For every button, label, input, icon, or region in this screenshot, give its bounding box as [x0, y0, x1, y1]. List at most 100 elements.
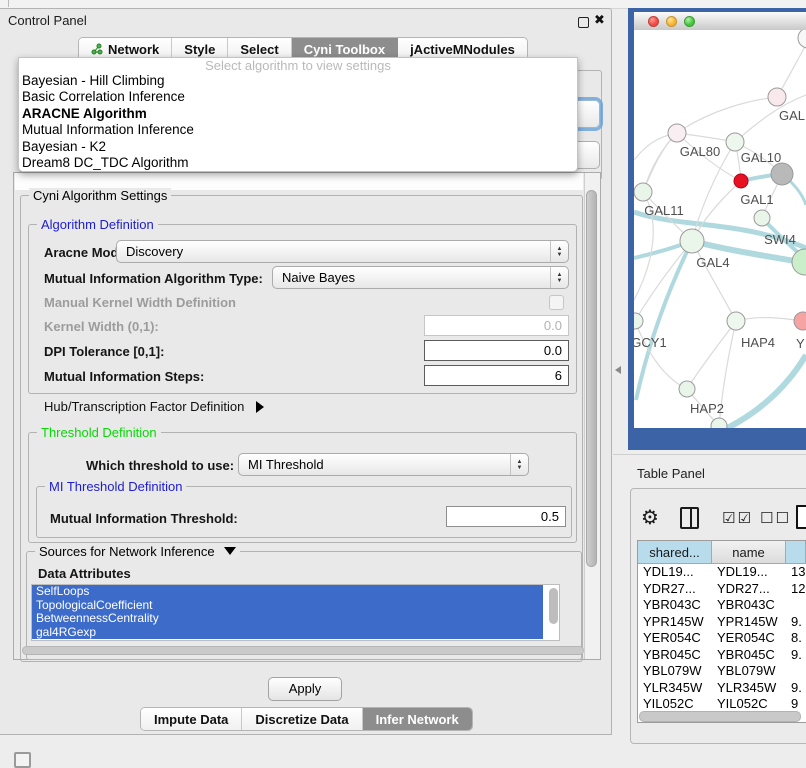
node-label: Y: [796, 336, 805, 351]
table-row[interactable]: YDL19... YDL19... 13: [638, 564, 806, 581]
network-node-gal80[interactable]: [668, 124, 686, 142]
popup-item-dream8[interactable]: Dream8 DC_TDC Algorithm: [19, 155, 577, 171]
network-node-gcy1[interactable]: [634, 313, 643, 329]
network-node-gray[interactable]: [771, 163, 793, 185]
panel-divider: [613, 454, 806, 455]
popup-item-basic-correlation[interactable]: Basic Correlation Inference: [19, 89, 577, 105]
network-icon: [91, 43, 103, 55]
node-label: HAP2: [690, 401, 724, 416]
popup-item-mutual-information[interactable]: Mutual Information Inference: [19, 122, 577, 138]
network-node-swi4[interactable]: [754, 210, 770, 226]
data-attributes-list[interactable]: SelfLoops TopologicalCoefficient Between…: [31, 584, 560, 641]
traffic-light-minimize-icon[interactable]: [666, 16, 677, 27]
table-row[interactable]: YBR045C YBR045C 9.: [638, 647, 806, 664]
network-node-gal1[interactable]: [734, 174, 748, 188]
network-node-gal10[interactable]: [726, 133, 744, 151]
algorithm-dropdown-popup: Select algorithm to view settings Bayesi…: [18, 57, 578, 172]
list-item-betweennesscentrality[interactable]: BetweennessCentrality: [32, 612, 543, 626]
select-all-icon[interactable]: ☑☑: [722, 509, 753, 527]
node-table: shared... name YDL19... YDL19... 13 YDR2…: [637, 540, 806, 723]
horizontal-scrollbar-thumb[interactable]: [22, 646, 584, 655]
network-window-titlebar[interactable]: [634, 12, 806, 31]
kernel-width-label: Kernel Width (0,1):: [44, 319, 159, 334]
mi-threshold-field[interactable]: 0.5: [446, 506, 566, 527]
threshold-definition-title: Threshold Definition: [37, 425, 161, 440]
columns-icon[interactable]: [680, 507, 699, 529]
mi-threshold-group-title: MI Threshold Definition: [45, 479, 186, 494]
table-horizontal-scrollbar[interactable]: [639, 711, 801, 722]
hub-definition-expander[interactable]: Hub/Transcription Factor Definition: [44, 399, 264, 414]
network-node[interactable]: [798, 30, 806, 48]
table-header-row: shared... name: [638, 541, 806, 564]
vertical-scrollbar-thumb[interactable]: [586, 190, 597, 567]
popup-item-bayesian-hill-climbing[interactable]: Bayesian - Hill Climbing: [19, 73, 577, 89]
list-item-topologicalcoefficient[interactable]: TopologicalCoefficient: [32, 599, 543, 613]
table-header-partial[interactable]: [786, 541, 806, 563]
splitter-collapse-arrow-icon[interactable]: [615, 366, 621, 374]
apply-button[interactable]: Apply: [268, 677, 342, 701]
combo-spinner-icon: ▲▼: [550, 241, 568, 262]
network-node-gal11[interactable]: [634, 183, 652, 201]
mi-type-label: Mutual Information Algorithm Type:: [44, 271, 263, 286]
dpi-tolerance-label: DPI Tolerance [0,1]:: [44, 344, 164, 359]
traffic-light-zoom-icon[interactable]: [684, 16, 695, 27]
node-label: SWI4: [764, 232, 796, 247]
table-row[interactable]: YER054C YER054C 8.: [638, 630, 806, 647]
network-node-gal4[interactable]: [680, 229, 704, 253]
gear-icon[interactable]: ⚙: [641, 505, 659, 530]
top-strip-divider: [8, 0, 9, 7]
chevron-right-icon: [256, 401, 264, 413]
manual-kernel-label: Manual Kernel Width Definition: [44, 295, 236, 310]
list-item-gal4rgexp[interactable]: gal4RGexp: [32, 626, 543, 640]
table-header-shared-name[interactable]: shared...: [638, 541, 712, 563]
popup-item-bayesian-k2[interactable]: Bayesian - K2: [19, 139, 577, 155]
list-scrollbar-thumb[interactable]: [549, 588, 558, 624]
combo-spinner-icon: ▲▼: [510, 454, 528, 475]
node-label: GAL: [779, 108, 805, 123]
unselect-all-icon[interactable]: ☐☐: [760, 509, 791, 527]
popup-placeholder: Select algorithm to view settings: [19, 58, 577, 73]
mi-steps-field[interactable]: 6: [424, 365, 569, 386]
control-panel-title: Control Panel: [8, 13, 87, 28]
screenshot-stage: Control Panel ✖ Network Style Select: [0, 0, 806, 762]
which-threshold-select[interactable]: MI Threshold ▲▼: [238, 453, 529, 476]
network-node-hap4[interactable]: [727, 312, 745, 330]
aracne-mode-select[interactable]: Discovery ▲▼: [116, 240, 569, 263]
tab-impute-data[interactable]: Impute Data: [141, 708, 242, 730]
node-label: GAL1: [740, 192, 773, 207]
dpi-tolerance-field[interactable]: 0.0: [424, 340, 569, 361]
table-row[interactable]: YDR27... YDR27... 12: [638, 581, 806, 598]
table-row[interactable]: YLR345W YLR345W 9.: [638, 680, 806, 697]
table-row[interactable]: YPR145W YPR145W 9.: [638, 614, 806, 631]
network-node-green-large[interactable]: [792, 249, 806, 275]
minimized-panel-icon[interactable]: [14, 752, 31, 768]
popup-item-aracne[interactable]: ARACNE Algorithm: [19, 106, 577, 122]
tab-network-label: Network: [108, 42, 159, 57]
network-canvas[interactable]: GAL GAL80 GAL10 GAL1 GAL11 SWI4 GAL4 GCY…: [634, 30, 806, 428]
sources-expander[interactable]: Sources for Network Inference: [35, 544, 240, 559]
bottom-tabbar: Impute Data Discretize Data Infer Networ…: [140, 707, 473, 731]
network-node-hap2[interactable]: [679, 381, 695, 397]
cyni-settings-group-title: Cyni Algorithm Settings: [29, 188, 171, 203]
mi-steps-label: Mutual Information Steps:: [44, 369, 204, 384]
mi-threshold-label: Mutual Information Threshold:: [50, 511, 238, 526]
data-attributes-label: Data Attributes: [38, 566, 131, 581]
tab-discretize-data[interactable]: Discretize Data: [242, 708, 362, 730]
close-panel-button[interactable]: ✖: [594, 12, 605, 28]
table-row[interactable]: YBL079W YBL079W: [638, 663, 806, 680]
chevron-down-icon: [224, 547, 236, 555]
network-node-salmon[interactable]: [794, 312, 806, 330]
table-header-name[interactable]: name: [712, 541, 786, 563]
node-label: GAL11: [644, 203, 684, 218]
float-window-button[interactable]: [578, 17, 589, 28]
new-table-icon[interactable]: [796, 505, 806, 529]
table-row[interactable]: YBR043C YBR043C: [638, 597, 806, 614]
manual-kernel-checkbox[interactable]: [549, 295, 564, 310]
kernel-width-field[interactable]: 0.0: [424, 315, 569, 336]
traffic-light-close-icon[interactable]: [648, 16, 659, 27]
node-label: GAL4: [696, 255, 729, 270]
list-item-selfloops[interactable]: SelfLoops: [32, 585, 543, 599]
tab-infer-network[interactable]: Infer Network: [363, 708, 472, 730]
mi-type-select[interactable]: Naive Bayes ▲▼: [272, 266, 569, 289]
network-node-gal[interactable]: [768, 88, 786, 106]
